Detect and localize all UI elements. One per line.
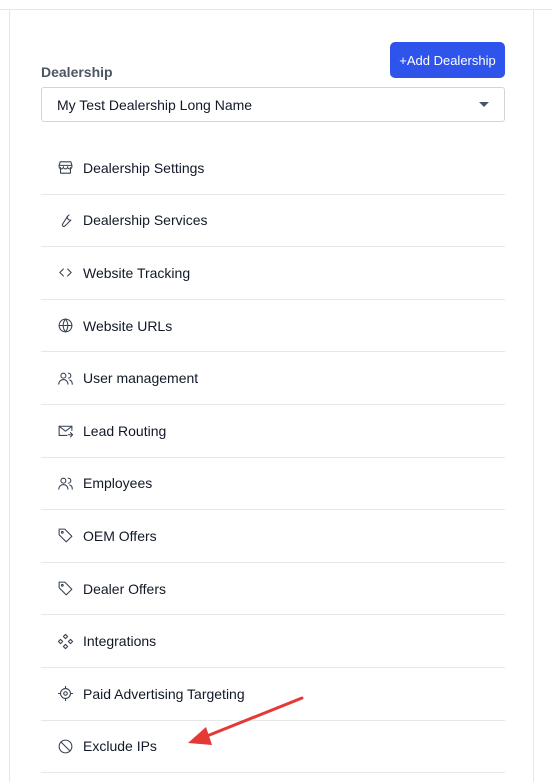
wrench-icon xyxy=(57,212,74,229)
menu-item-integrations[interactable]: Integrations xyxy=(41,615,505,668)
menu-item-label: Lead Routing xyxy=(83,422,167,439)
menu-item-lead-routing[interactable]: Lead Routing xyxy=(41,405,505,458)
dealership-select-value: My Test Dealership Long Name xyxy=(57,96,253,113)
menu-item-dealer-offers[interactable]: Dealer Offers xyxy=(41,563,505,616)
menu-item-label: Website URLs xyxy=(83,317,173,334)
integrations-icon xyxy=(57,633,74,650)
caret-down-icon xyxy=(479,102,489,107)
menu-item-label: Integrations xyxy=(83,633,157,650)
menu-item-user-management[interactable]: User management xyxy=(41,352,505,405)
top-divider xyxy=(0,0,552,10)
dealership-select[interactable]: My Test Dealership Long Name xyxy=(41,87,505,122)
mail-forward-icon xyxy=(57,422,74,439)
dealership-label: Dealership xyxy=(41,64,113,80)
menu-item-oem-offers[interactable]: OEM Offers xyxy=(41,510,505,563)
add-dealership-button[interactable]: +Add Dealership xyxy=(390,42,505,78)
block-icon xyxy=(57,738,74,755)
settings-menu: Dealership Settings Dealership Services … xyxy=(41,142,505,774)
target-icon xyxy=(57,685,74,702)
users-icon xyxy=(57,475,74,492)
menu-item-employees[interactable]: Employees xyxy=(41,458,505,511)
menu-item-dealership-settings[interactable]: Dealership Settings xyxy=(41,142,505,195)
code-icon xyxy=(57,264,74,281)
globe-icon xyxy=(57,317,74,334)
menu-item-label: Exclude IPs xyxy=(83,738,157,755)
menu-item-label: Website Tracking xyxy=(83,264,191,281)
menu-item-dealership-services[interactable]: Dealership Services xyxy=(41,195,505,248)
menu-item-label: Dealership Settings xyxy=(83,159,205,176)
users-icon xyxy=(57,370,74,387)
menu-item-label: OEM Offers xyxy=(83,527,157,544)
menu-item-label: Dealer Offers xyxy=(83,580,166,597)
tag-icon xyxy=(57,580,74,597)
menu-item-website-tracking[interactable]: Website Tracking xyxy=(41,247,505,300)
menu-item-label: User management xyxy=(83,370,199,387)
annotation-arrow-icon xyxy=(188,696,304,745)
menu-item-label: Dealership Services xyxy=(83,212,208,229)
storefront-icon xyxy=(57,159,74,176)
menu-item-website-urls[interactable]: Website URLs xyxy=(41,300,505,353)
tag-icon xyxy=(57,527,74,544)
menu-item-label: Employees xyxy=(83,475,153,492)
